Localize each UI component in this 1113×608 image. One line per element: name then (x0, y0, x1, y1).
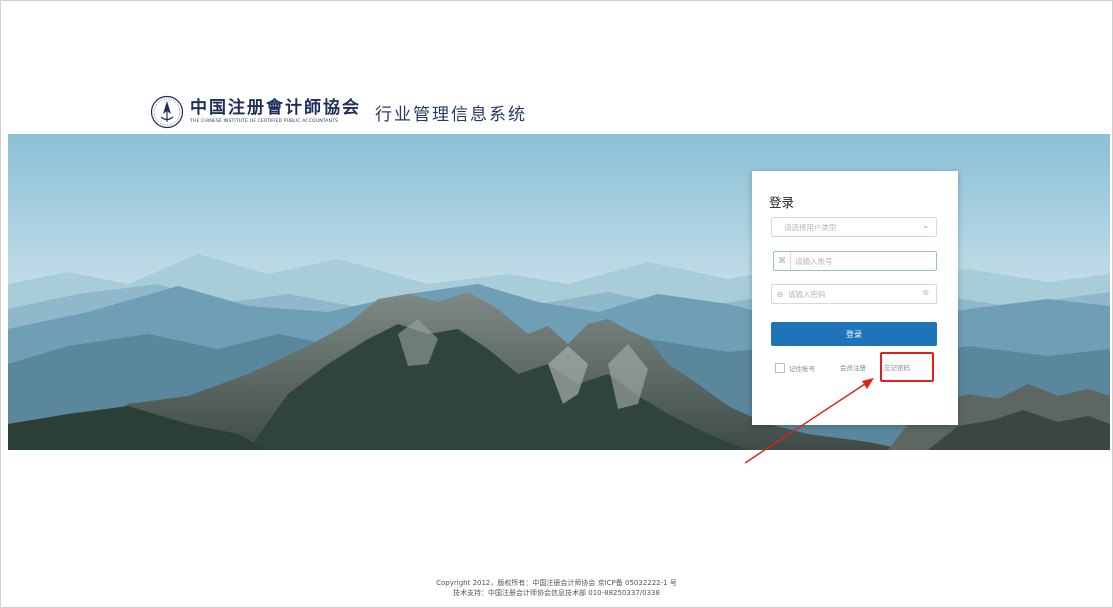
password-input[interactable]: ⊖ 请输入密码 ⊛ (771, 284, 937, 304)
org-name-en: THE CHINESE INSTITUTE OF CERTIFIED PUBLI… (190, 119, 339, 124)
account-input[interactable]: ⌘ 请输入账号 (773, 251, 937, 271)
user-type-select[interactable]: 请选择用户类型 ⌄ (771, 217, 937, 237)
password-placeholder: 请输入密码 (788, 289, 826, 299)
register-link[interactable]: 会员注册 (840, 362, 866, 372)
remember-account[interactable]: 记住账号 (775, 363, 815, 373)
login-title: 登录 (769, 195, 795, 210)
remember-label: 记住账号 (789, 365, 815, 373)
chevron-down-icon: ⌄ (922, 221, 929, 230)
annotation-highlight-box (880, 352, 934, 382)
login-card: 登录 请选择用户类型 ⌄ ⌘ 请输入账号 ⊖ 请输入密码 ⊛ 登录 记住账号 会… (752, 171, 958, 425)
remember-checkbox[interactable] (775, 363, 785, 373)
system-title: 行业管理信息系统 (375, 104, 527, 125)
lock-icon: ⊖ (776, 289, 784, 299)
footer-support: 技术支持：中国注册会计师协会信息技术部 010-88250337/0338 (453, 589, 660, 597)
user-icon: ⌘ (774, 252, 791, 270)
login-button[interactable]: 登录 (771, 322, 937, 346)
site-header: 中国注册會计師協会 THE CHINESE INSTITUTE OF CERTI… (150, 92, 527, 132)
user-type-placeholder: 请选择用户类型 (784, 222, 837, 232)
footer-copyright: Copyright 2012，版权所有：中国注册会计师协会 京ICP备 0503… (436, 579, 677, 587)
org-brand: 中国注册會计師協会 THE CHINESE INSTITUTE OF CERTI… (190, 98, 361, 126)
org-name-cn: 中国注册會计師協会 (190, 98, 361, 118)
eye-icon[interactable]: ⊛ (922, 288, 929, 297)
cicpa-emblem-icon (150, 95, 184, 129)
account-placeholder: 请输入账号 (795, 256, 833, 266)
